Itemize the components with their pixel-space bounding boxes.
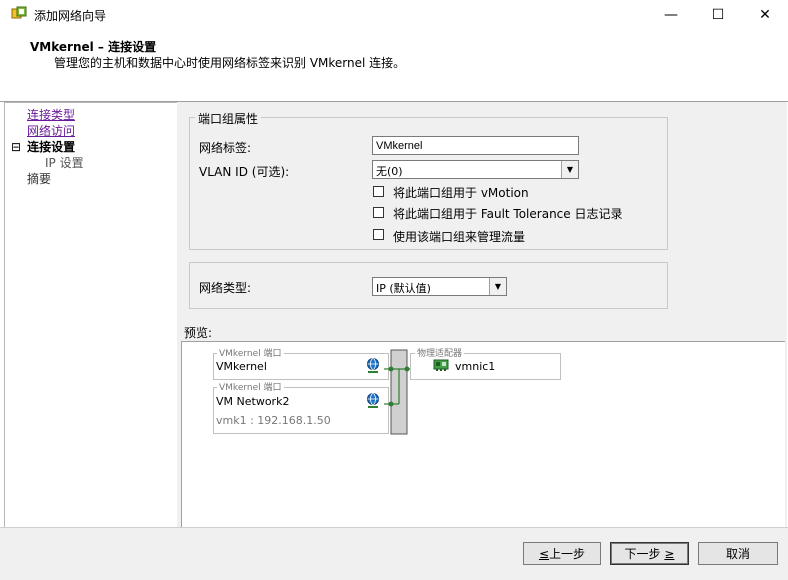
vlan-id-select[interactable]: 无(0) ▼ bbox=[372, 160, 579, 179]
network-label-input[interactable] bbox=[372, 136, 579, 155]
port-group-detail: vmk1 : 192.168.1.50 bbox=[216, 414, 331, 427]
vmotion-label: 将此端口组用于 vMotion bbox=[393, 186, 529, 200]
next-accelerator: ≥ bbox=[664, 546, 675, 561]
wizard-steps-panel: 连接类型 网络访问 ⊟ 连接设置 IP 设置 摘要 bbox=[4, 102, 178, 529]
back-button[interactable]: ≤ 上一步 bbox=[523, 542, 601, 565]
port-group-name: VM Network2 bbox=[216, 395, 290, 408]
network-preview: VMkernel 端口 VMkernel VMkernel 端口 VM Netw… bbox=[181, 341, 785, 528]
port-group-name: VMkernel bbox=[216, 360, 267, 373]
chevron-down-icon[interactable]: ▼ bbox=[489, 278, 506, 295]
collapse-icon[interactable]: ⊟ bbox=[11, 140, 21, 154]
management-traffic-checkbox[interactable] bbox=[373, 229, 384, 240]
window-title: 添加网络向导 bbox=[34, 9, 107, 23]
page-title: VMkernel – 连接设置 bbox=[30, 40, 157, 54]
vlan-id-caption: VLAN ID (可选): bbox=[199, 165, 290, 179]
network-type-caption: 网络类型: bbox=[199, 281, 252, 295]
fault-tolerance-checkbox[interactable] bbox=[373, 207, 384, 218]
network-wizard-icon bbox=[11, 6, 27, 19]
network-type-select[interactable]: IP (默认值) ▼ bbox=[372, 277, 507, 296]
cancel-button[interactable]: 取消 bbox=[698, 542, 778, 565]
port-group-legend: VMkernel 端口 bbox=[217, 380, 284, 393]
step-connection-type[interactable]: 连接类型 bbox=[27, 108, 75, 122]
step-connection-settings: 连接设置 bbox=[27, 140, 76, 154]
network-type-value: IP (默认值) bbox=[376, 282, 431, 295]
close-button[interactable]: ✕ bbox=[742, 0, 788, 30]
management-traffic-label: 使用该端口组来管理流量 bbox=[393, 230, 526, 244]
maximize-button[interactable]: ☐ bbox=[695, 0, 741, 30]
wizard-footer: ≤ 上一步 下一步 ≥ 取消 bbox=[0, 527, 788, 580]
back-label: 上一步 bbox=[549, 547, 586, 561]
fault-tolerance-label: 将此端口组用于 Fault Tolerance 日志记录 bbox=[393, 207, 623, 221]
next-button[interactable]: 下一步 ≥ bbox=[610, 542, 689, 565]
nic-icon bbox=[433, 359, 449, 371]
physical-adapter-name: vmnic1 bbox=[455, 360, 496, 373]
back-accelerator: ≤ bbox=[538, 546, 550, 561]
port-group-legend: VMkernel 端口 bbox=[217, 346, 284, 359]
minimize-button[interactable]: — bbox=[648, 0, 694, 30]
chevron-down-icon[interactable]: ▼ bbox=[561, 161, 578, 178]
page-subtitle: 管理您的主机和数据中心时使用网络标签来识别 VMkernel 连接。 bbox=[54, 56, 406, 70]
portgroup-legend: 端口组属性 bbox=[195, 110, 262, 127]
network-label-caption: 网络标签: bbox=[199, 141, 252, 155]
vmotion-checkbox[interactable] bbox=[373, 186, 384, 197]
wizard-header: VMkernel – 连接设置 管理您的主机和数据中心时使用网络标签来识别 VM… bbox=[0, 30, 788, 102]
vlan-id-value: 无(0) bbox=[376, 165, 403, 178]
title-bar: 添加网络向导 — ☐ ✕ bbox=[0, 0, 788, 30]
step-network-access[interactable]: 网络访问 bbox=[27, 124, 75, 138]
step-ip-settings: IP 设置 bbox=[45, 156, 84, 170]
next-label: 下一步 bbox=[624, 547, 661, 561]
preview-caption: 预览: bbox=[184, 326, 213, 340]
physical-adapter-legend: 物理适配器 bbox=[415, 346, 465, 359]
step-summary: 摘要 bbox=[27, 172, 52, 186]
